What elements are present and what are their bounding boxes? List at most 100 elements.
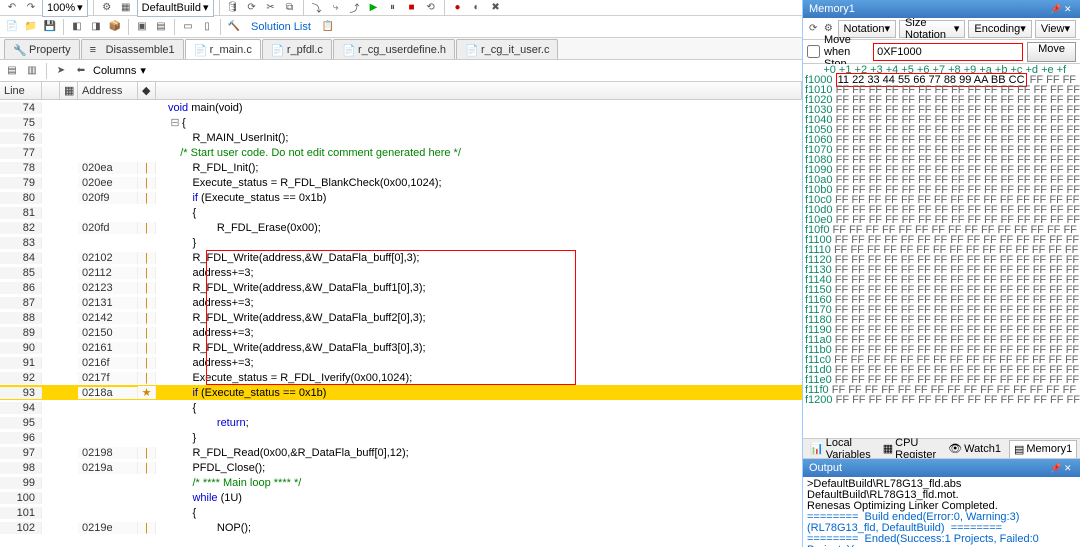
hammer-icon[interactable]: 🔨 [226,19,242,35]
code-row[interactable]: 81 { [0,205,802,220]
restart-icon[interactable]: ⟲ [423,0,439,16]
stop-icon[interactable]: ■ [404,0,420,16]
run-icon[interactable]: ▶ [366,0,382,16]
chevron-down-icon[interactable]: ▾ [140,64,146,77]
code-row[interactable]: 9702198| R_FDL_Read(0x00,&R_DataFla_buff… [0,445,802,460]
code-row[interactable]: 96 } [0,430,802,445]
code-row[interactable]: 910216f| address+=3; [0,355,802,370]
code-row[interactable]: 9002161| R_FDL_Write(address,&W_DataFla_… [0,340,802,355]
window-icon[interactable]: ▭ [180,19,196,35]
tab-disassemble[interactable]: ≡Disassemble1 [81,39,184,59]
disk-icon[interactable]: 💾 [42,19,58,35]
folder-icon[interactable]: 📁 [23,19,39,35]
move-button[interactable]: Move [1027,42,1076,62]
tab-local-vars[interactable]: 📊Local Variables [806,440,875,458]
redo-icon[interactable]: ↷ [23,0,39,16]
tab-r-cg-userdefine[interactable]: 📄r_cg_userdefine.h [333,39,455,59]
gear-icon[interactable]: ⚙ [99,0,115,16]
back-icon[interactable]: ⬅ [73,63,89,79]
col-addr-icon: ▦ [60,82,78,99]
code-row[interactable]: 8602123| R_FDL_Write(address,&W_DataFla_… [0,280,802,295]
code-row[interactable]: 920217f| Execute_status = R_FDL_Iverify(… [0,370,802,385]
new-file-icon[interactable]: 📄 [4,19,20,35]
size-notation-btn[interactable]: Size Notation▾ [899,20,965,38]
db-icon[interactable]: 🛢 [225,0,241,16]
tab-property[interactable]: 🔧Property [4,39,80,59]
code-row[interactable]: 78020ea| R_FDL_Init(); [0,160,802,175]
code-row[interactable]: 82020fd| R_FDL_Erase(0x00); [0,220,802,235]
tab-memory1[interactable]: ▤Memory1 [1009,440,1077,458]
zoom-combo[interactable]: 100%▾ [42,0,88,17]
code-row[interactable]: 74void main(void) [0,100,802,115]
build-icon[interactable]: ▦ [118,0,134,16]
cut-icon[interactable]: ✂ [263,0,279,16]
tab-watch1[interactable]: 👁Watch1 [944,440,1005,458]
pin-icon[interactable]: 📌 [1050,4,1060,14]
encoding-btn[interactable]: Encoding▾ [968,20,1031,38]
code-row[interactable]: 100 while (1U) [0,490,802,505]
arrow-icon[interactable]: ➤ [53,63,69,79]
code-row[interactable]: 76 R_MAIN_UserInit(); [0,130,802,145]
c-file-icon: 📄 [194,44,206,56]
code-row[interactable]: 83 } [0,235,802,250]
chip-icon[interactable]: ▣ [134,19,150,35]
cube-icon[interactable]: ◧ [69,19,85,35]
undo-icon[interactable]: ↶ [4,0,20,16]
code-row[interactable]: 77 /* Start user code. Do not edit comme… [0,145,802,160]
code-row[interactable]: 1020219e| NOP(); [0,520,802,535]
memory-row[interactable]: f1200 FF FF FF FF FF FF FF FF FF FF FF F… [805,395,1078,405]
close-icon[interactable]: ✕ [1064,4,1074,14]
cols-icon1[interactable]: ▤ [4,63,20,79]
tab-cpu-register[interactable]: ▦CPU Register [879,440,940,458]
output-body[interactable]: >DefaultBuild\RL78G13_fld.abs DefaultBui… [803,477,1080,547]
h-file-icon: 📄 [342,44,354,56]
vars-icon: 📊 [810,442,824,455]
code-row[interactable]: 8902150| address+=3; [0,325,802,340]
move-when-stop-check[interactable] [807,45,820,58]
cube2-icon[interactable]: ◨ [88,19,104,35]
bp-icon[interactable]: ● [450,0,466,16]
code-body[interactable]: 74void main(void)75⊟{76 R_MAIN_UserInit(… [0,100,802,547]
c-file-icon: 📄 [271,44,283,56]
refresh-mem-icon[interactable]: ⟳ [807,21,819,37]
pin-icon[interactable]: 📌 [1050,463,1060,473]
step-over-icon[interactable]: ⤵ [309,0,325,16]
cols-icon2[interactable]: ▥ [24,63,40,79]
step-out-icon[interactable]: ⤴ [347,0,363,16]
tab-r-cg-it-user[interactable]: 📄r_cg_it_user.c [456,39,558,59]
doc-icon[interactable]: 📋 [320,19,336,35]
code-row[interactable]: 980219a| PFDL_Close(); [0,460,802,475]
property-icon: 🔧 [13,44,25,56]
close-icon[interactable]: ✕ [1064,463,1074,473]
pause-icon[interactable]: ⏸ [385,0,401,16]
code-row[interactable]: 101 { [0,505,802,520]
code-row[interactable]: 930218a★ if (Execute_status == 0x1b) [0,385,802,400]
code-row[interactable]: 95 return; [0,415,802,430]
step-into-icon[interactable]: ⤷ [328,0,344,16]
chip2-icon[interactable]: ▤ [153,19,169,35]
copy-icon[interactable]: ⧉ [282,0,298,16]
code-row[interactable]: 94 { [0,400,802,415]
code-row[interactable]: 79020ee| Execute_status = R_FDL_BlankChe… [0,175,802,190]
bp-clear-icon[interactable]: ✖ [488,0,504,16]
code-row[interactable]: 8402102| R_FDL_Write(address,&W_DataFla_… [0,250,802,265]
package-icon[interactable]: 📦 [107,19,123,35]
tab-r-pfdl[interactable]: 📄r_pfdl.c [262,39,332,59]
code-row[interactable]: 8702131| address+=3; [0,295,802,310]
build-config-combo[interactable]: DefaultBuild▾ [137,0,214,17]
right-bottom-tabs: 📊Local Variables ▦CPU Register 👁Watch1 ▤… [803,438,1080,458]
code-row[interactable]: 8802142| R_FDL_Write(address,&W_DataFla_… [0,310,802,325]
tab-r-main[interactable]: 📄r_main.c [185,39,261,59]
window2-icon[interactable]: ▯ [199,19,215,35]
solution-list-btn[interactable]: Solution List [245,21,317,33]
code-row[interactable]: 8502112| address+=3; [0,265,802,280]
refresh-icon[interactable]: ⟳ [244,0,260,16]
code-row[interactable]: 80020f9| if (Execute_status == 0x1b) [0,190,802,205]
bp-toggle-icon[interactable]: ◐ [469,0,485,16]
columns-label[interactable]: Columns [93,65,136,77]
goto-address-input[interactable] [873,43,1023,61]
code-row[interactable]: 99 /* **** Main loop **** */ [0,475,802,490]
memory-grid[interactable]: +0 +1 +2 +3 +4 +5 +6 +7 +8 +9 +a +b +c +… [803,64,1080,438]
code-row[interactable]: 75⊟{ [0,115,802,130]
view-btn[interactable]: View▾ [1035,20,1076,38]
